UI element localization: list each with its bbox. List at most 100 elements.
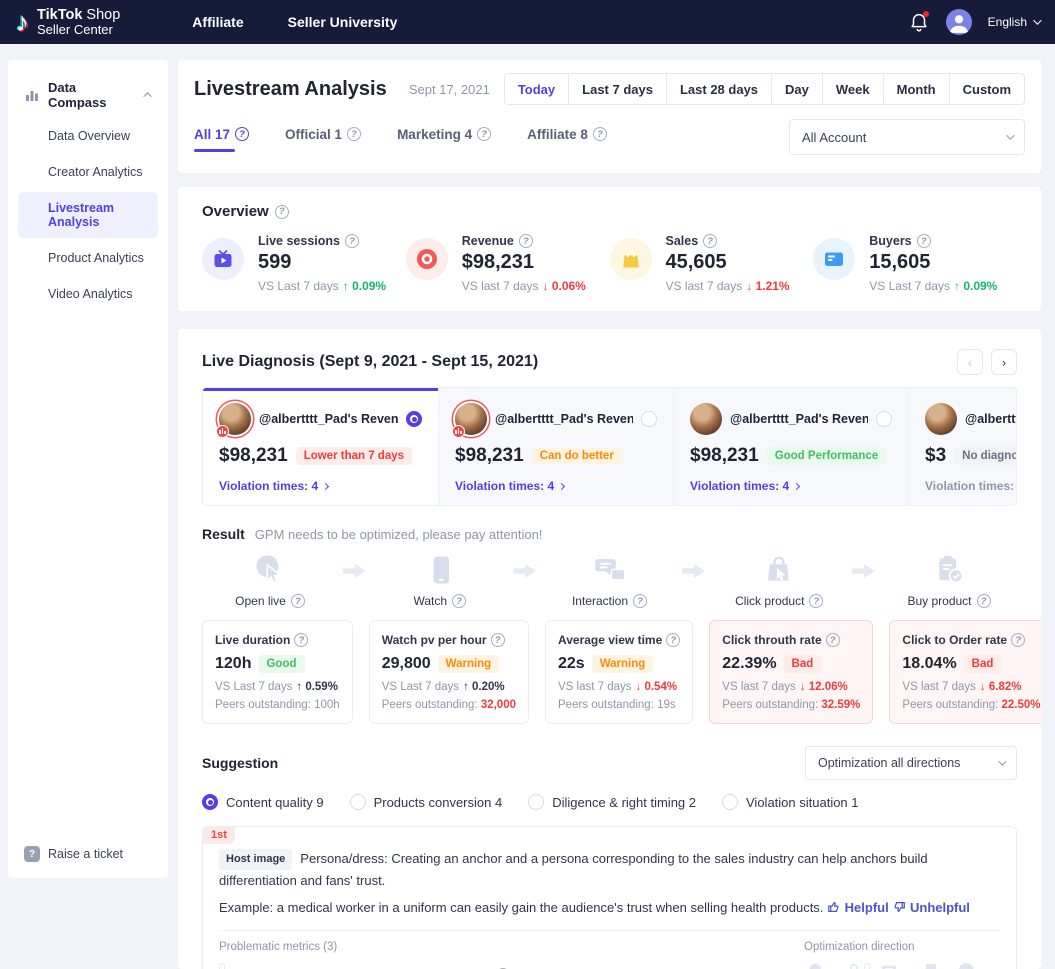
funnel-stage-click-product: Click product? [721, 552, 837, 608]
interaction-icon [592, 552, 628, 588]
help-icon[interactable]: ? [592, 127, 607, 141]
range-month-button[interactable]: Month [882, 73, 950, 105]
divider [219, 929, 1000, 931]
tab-marketing[interactable]: Marketing 4? [397, 127, 492, 152]
helpful-button[interactable]: Helpful [827, 900, 892, 915]
up-arrow-icon: ↑ [342, 279, 349, 293]
rank-badge: 1st [203, 827, 235, 844]
tab-affiliate[interactable]: Affiliate 8? [527, 127, 607, 152]
unhelpful-button[interactable]: Unhelpful [892, 900, 970, 915]
nav-seller-university[interactable]: Seller University [288, 14, 398, 30]
metric-value: 15,605 [869, 251, 931, 273]
radio-products-conversion[interactable]: Products conversion 4 [349, 794, 502, 810]
account-filter-select[interactable]: All Account [789, 119, 1025, 155]
metric-revenue: Revenue? $98,231 VS last 7 days ↓ 0.06% [405, 234, 610, 293]
live-stats-badge-icon [452, 425, 465, 438]
range-last28-button[interactable]: Last 28 days [665, 73, 773, 105]
diagnosis-card-2[interactable]: @albertttt_Pad's Revenue $98,231Can do b… [438, 388, 673, 505]
sidebar-item-video-analytics[interactable]: Video Analytics [18, 278, 158, 310]
help-icon[interactable]: ? [666, 633, 681, 647]
metric-prev-button[interactable]: ‹ [219, 962, 225, 969]
help-icon[interactable]: ? [290, 594, 305, 608]
range-custom-button[interactable]: Custom [948, 73, 1025, 105]
sidebar-item-creator-analytics[interactable]: Creator Analytics [18, 156, 158, 188]
avatar [690, 403, 722, 435]
help-icon[interactable]: ? [490, 633, 505, 647]
help-icon[interactable]: ? [1011, 633, 1026, 647]
notification-bell-icon[interactable] [908, 11, 930, 33]
violation-link[interactable]: Violation times: 4 [455, 479, 657, 493]
logo-subtitle: Seller Center [37, 21, 113, 37]
nav-affiliate[interactable]: Affiliate [192, 14, 243, 30]
range-last7-button[interactable]: Last 7 days [568, 73, 667, 105]
overview-card: Overview? Live sessions? 599 VS Last 7 d… [178, 187, 1041, 311]
carousel-next-button[interactable]: › [991, 349, 1017, 375]
optimization-direction-label: Optimization direction [804, 940, 915, 953]
range-day-button[interactable]: Day [771, 73, 823, 105]
live-stats-badge-icon [216, 425, 229, 438]
help-icon[interactable]: ? [235, 127, 250, 141]
language-selector[interactable]: English [988, 15, 1042, 29]
violation-text: Violation times: 4 [925, 479, 1017, 493]
sidebar-section-data-compass[interactable]: Data Compass [18, 80, 158, 110]
carousel-prev-button[interactable]: ‹ [957, 349, 983, 375]
tiktok-shop-logo[interactable]: ♪ TikTok Shop Seller Center [16, 7, 120, 37]
sidebar-item-product-analytics[interactable]: Product Analytics [18, 242, 158, 274]
card-radio-selected[interactable] [406, 411, 422, 427]
top-nav: Affiliate Seller University [192, 14, 397, 30]
range-week-button[interactable]: Week [821, 73, 884, 105]
card-radio[interactable] [641, 411, 657, 427]
user-avatar[interactable] [945, 9, 972, 35]
radio-selected-icon [202, 794, 218, 810]
help-icon[interactable]: ? [825, 633, 840, 647]
status-badge: Can do better [531, 447, 622, 465]
chevron-right-icon [322, 482, 330, 490]
help-icon[interactable]: ? [347, 127, 362, 141]
help-icon[interactable]: ? [477, 127, 492, 141]
radio-violation-situation[interactable]: Violation situation 1 [722, 794, 859, 810]
live-diagnosis-card: Live Diagnosis (Sept 9, 2021 - Sept 15, … [178, 329, 1041, 969]
raise-ticket-button[interactable]: ? Raise a ticket [18, 846, 158, 862]
tab-official[interactable]: Official 1? [285, 127, 362, 152]
thumbs-up-icon [828, 902, 839, 912]
click-product-icon [761, 552, 797, 588]
radio-diligence-timing[interactable]: Diligence & right timing 2 [528, 794, 696, 810]
metric-value: $98,231 [461, 251, 535, 273]
help-icon[interactable]: ? [916, 234, 931, 248]
diagnosis-carousel: @albertttt_Pad's Revenue $98,231 Lower th… [202, 387, 1017, 506]
help-icon[interactable]: ? [633, 594, 648, 608]
raise-ticket-label: Raise a ticket [48, 847, 124, 861]
help-icon[interactable]: ? [976, 594, 991, 608]
optimization-filter-select[interactable]: Optimization all directions [805, 746, 1017, 780]
help-icon[interactable]: ? [274, 204, 289, 219]
status-badge: No diagnostic con [954, 447, 1016, 465]
radio-content-quality[interactable]: Content quality 9 [202, 794, 324, 810]
sidebar-item-data-overview[interactable]: Data Overview [18, 120, 158, 152]
diagnosis-card-4[interactable]: @albertttt_Pad's Revenue $3No diagnostic… [908, 388, 1017, 505]
help-icon[interactable]: ? [809, 594, 824, 608]
help-icon[interactable]: ? [518, 234, 533, 248]
status-badge: Warning [591, 655, 654, 673]
tab-all[interactable]: All 17? [194, 127, 250, 152]
radio-icon [528, 794, 545, 810]
record-icon [405, 238, 448, 280]
violation-link[interactable]: Violation times: 4 [219, 479, 422, 493]
metric-card-avg-view-time: Average view time? 22s Warning VS last 7 … [545, 620, 694, 724]
card-radio[interactable] [876, 411, 892, 427]
help-icon[interactable]: ? [703, 234, 718, 248]
range-today-button[interactable]: Today [503, 73, 570, 105]
help-icon[interactable]: ? [294, 633, 309, 647]
help-icon[interactable]: ? [452, 594, 467, 608]
page-header: Livestream Analysis Sept 17, 2021 Today … [178, 60, 1041, 173]
sidebar-item-livestream-analysis[interactable]: Livestream Analysis [18, 192, 158, 238]
help-icon[interactable]: ? [345, 234, 359, 248]
funnel-metric-cards: Live duration? 120h Good VS Last 7 days ↑ … [202, 620, 1041, 724]
page-title: Livestream Analysis [194, 77, 387, 100]
click-product-icon [842, 961, 866, 969]
account-tabs: All 17? Official 1? Marketing 4? Affilia… [194, 127, 607, 152]
arrow-right-icon [342, 562, 368, 580]
violation-link[interactable]: Violation times: 4 [690, 479, 892, 493]
diagnosis-card-3[interactable]: @albertttt_Pad's Revenue $98,231Good Per… [673, 388, 908, 505]
diagnosis-card-1[interactable]: @albertttt_Pad's Revenue $98,231 Lower th… [203, 388, 438, 505]
down-arrow-icon: ↓ [635, 681, 642, 693]
